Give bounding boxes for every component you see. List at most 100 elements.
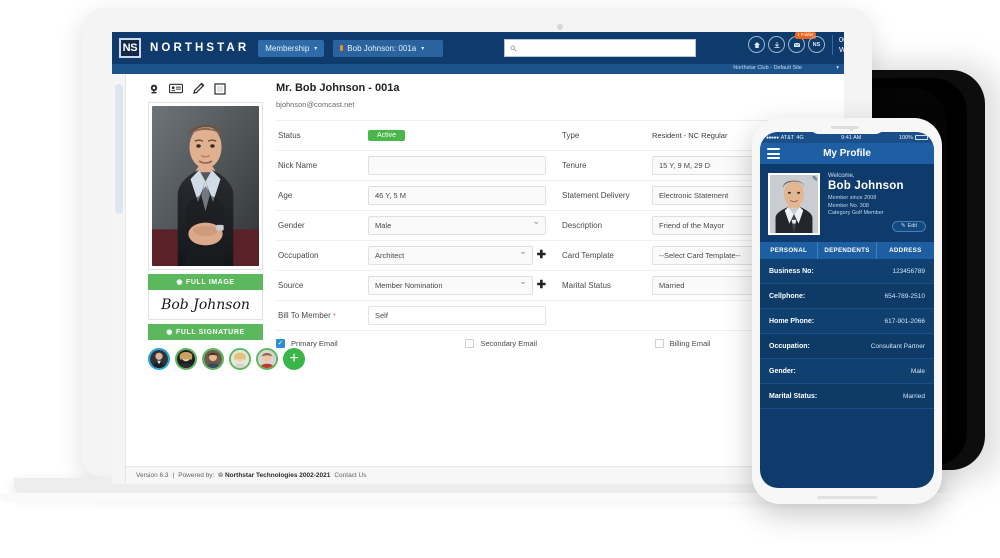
footer-contact-link[interactable]: Contact Us bbox=[334, 472, 366, 479]
nickname-input[interactable] bbox=[368, 156, 546, 175]
bill-to-member-input[interactable]: Self bbox=[368, 306, 546, 325]
signature-pen-icon[interactable] bbox=[192, 82, 205, 95]
member-category: Category Golf Member bbox=[828, 210, 884, 216]
scroll-thumb[interactable] bbox=[115, 84, 123, 214]
phone-tab-personal[interactable]: PERSONAL bbox=[760, 242, 819, 259]
checkbox-primary-email[interactable]: ✓ Primary Email bbox=[276, 339, 465, 348]
app-footer: Version 6.3 | Powered by: © Northstar Te… bbox=[126, 466, 844, 484]
member-since: Member since 2008 bbox=[828, 195, 877, 201]
list-item[interactable]: Business No: 123456789 bbox=[760, 259, 934, 284]
phone-tabs: PERSONAL DEPENDENTS ADDRESS bbox=[760, 242, 934, 259]
field-label: Description bbox=[562, 221, 603, 230]
form-field-nickname: Nick Name bbox=[276, 156, 560, 175]
list-item[interactable]: Marital Status: Married bbox=[760, 384, 934, 409]
download-icon[interactable] bbox=[768, 36, 785, 53]
message-icon[interactable]: 1 Folder bbox=[788, 32, 816, 53]
phone-tab-address[interactable]: ADDRESS bbox=[877, 242, 934, 259]
phone-carrier: ●●●●● AT&T 4G bbox=[766, 135, 804, 141]
checkbox-icon bbox=[465, 339, 475, 348]
ns-avatar-text: NS bbox=[812, 41, 821, 48]
add-source-icon[interactable]: ✚ bbox=[537, 280, 546, 291]
footer-version: Version 6.3 bbox=[136, 472, 169, 479]
source-select[interactable]: Member Nomination bbox=[368, 276, 533, 295]
gender-select[interactable]: Male bbox=[368, 216, 546, 235]
site-selector[interactable]: Northstar Club - Default Site ▾ bbox=[112, 64, 844, 74]
list-item[interactable]: Cellphone: 654-789-2510 bbox=[760, 284, 934, 309]
member-context-pill[interactable]: Bob Johnson: 001a ▾ bbox=[333, 39, 444, 57]
member-photo-panel: ◉ FULL IMAGE Bob Johnson ◉ FULL SIGNATUR… bbox=[148, 82, 263, 340]
field-label: Type bbox=[562, 131, 580, 140]
row-value: Married bbox=[902, 392, 925, 400]
search-icon bbox=[510, 45, 517, 52]
list-item[interactable]: Home Phone: 617-901-2066 bbox=[760, 309, 934, 334]
phone-edit-button[interactable]: ✎ Edit bbox=[892, 220, 926, 232]
avatar[interactable] bbox=[229, 348, 251, 370]
date-display: 06/30/2021 Wednesday bbox=[832, 35, 844, 55]
avatar[interactable] bbox=[175, 348, 197, 370]
row-key: Occupation: bbox=[769, 342, 810, 350]
home-icon[interactable] bbox=[748, 36, 765, 53]
row-key: Cellphone: bbox=[769, 292, 806, 300]
edit-button-label: Edit bbox=[907, 223, 918, 229]
pencil-edit-icon[interactable]: ✎ bbox=[812, 175, 818, 183]
footer-company: © Northstar Technologies 2002-2021 bbox=[218, 472, 331, 479]
ns-avatar-icon[interactable]: NS bbox=[808, 36, 825, 53]
add-occupation-icon[interactable]: ✚ bbox=[537, 250, 546, 261]
phone-app-title: My Profile bbox=[823, 148, 871, 159]
global-search[interactable] bbox=[504, 39, 696, 57]
phone-headshot bbox=[770, 175, 818, 233]
screenshot-stage: NS NORTHSTAR Membership ▾ Bob Johnson: 0… bbox=[0, 0, 1000, 558]
phone-time: 9:41 AM bbox=[841, 134, 862, 141]
footer-separator: | bbox=[172, 472, 175, 479]
member-pill-label: Bob Johnson: 001a bbox=[347, 43, 417, 53]
status-badge: Active bbox=[368, 130, 406, 141]
avatar[interactable] bbox=[202, 348, 224, 370]
full-signature-button[interactable]: ◉ FULL SIGNATURE bbox=[148, 324, 263, 340]
form-field-status: Status Active bbox=[276, 130, 560, 141]
network-type: 4G bbox=[796, 134, 804, 141]
age-input[interactable]: 46 Y, 5 M bbox=[368, 186, 546, 205]
member-status-dot-icon bbox=[340, 45, 344, 51]
phone-tab-label: DEPENDENTS bbox=[824, 247, 870, 254]
full-image-button[interactable]: ◉ FULL IMAGE bbox=[148, 274, 263, 290]
brand-name: NORTHSTAR bbox=[150, 42, 250, 54]
field-label: Statement Delivery bbox=[562, 191, 630, 200]
list-item[interactable]: Gender: Male bbox=[760, 359, 934, 384]
chevron-down-icon: ▾ bbox=[314, 45, 318, 52]
member-detail-content: ◉ FULL IMAGE Bob Johnson ◉ FULL SIGNATUR… bbox=[126, 74, 844, 484]
list-item[interactable]: Occupation: Consultant Partner bbox=[760, 334, 934, 359]
northstar-logo[interactable]: NS bbox=[119, 38, 141, 58]
row-key: Gender: bbox=[769, 367, 796, 375]
hamburger-menu-icon[interactable] bbox=[767, 148, 780, 162]
field-value: Resident - NC Regular bbox=[652, 131, 728, 140]
battery-icon bbox=[915, 135, 928, 140]
membership-menu[interactable]: Membership ▾ bbox=[258, 39, 325, 57]
checkbox-label: Billing Email bbox=[669, 339, 711, 348]
frame-icon[interactable] bbox=[214, 82, 226, 95]
occupation-select[interactable]: Architect bbox=[368, 246, 533, 265]
field-label: Gender bbox=[278, 221, 305, 230]
signature-text: Bob Johnson bbox=[161, 296, 250, 313]
topbar-icon-group: 1 Folder NS bbox=[748, 32, 825, 53]
laptop-screen: NS NORTHSTAR Membership ▾ Bob Johnson: 0… bbox=[112, 32, 844, 484]
form-field-source: Source Member Nomination ✚ bbox=[276, 276, 560, 295]
search-input[interactable] bbox=[520, 43, 680, 53]
avatar[interactable] bbox=[256, 348, 278, 370]
form-field-occupation: Occupation Architect ✚ bbox=[276, 246, 560, 265]
field-label: Marital Status bbox=[562, 281, 611, 290]
id-card-icon[interactable] bbox=[169, 83, 183, 94]
full-signature-label: FULL SIGNATURE bbox=[175, 328, 245, 336]
phone-tab-label: PERSONAL bbox=[770, 247, 808, 254]
phone-member-name: Bob Johnson bbox=[828, 180, 904, 192]
phone-screen: ●●●●● AT&T 4G 9:41 AM 100% My Profile ✎ … bbox=[760, 132, 934, 488]
avatar[interactable] bbox=[148, 348, 170, 370]
content-scroll-rail[interactable] bbox=[112, 74, 126, 484]
checkbox-icon bbox=[654, 339, 664, 348]
row-key: Business No: bbox=[769, 267, 814, 275]
phone-tab-dependents[interactable]: DEPENDENTS bbox=[818, 242, 877, 259]
checkbox-secondary-email[interactable]: Secondary Email bbox=[465, 339, 654, 348]
phone-member-photo[interactable]: ✎ bbox=[768, 173, 820, 235]
webcam-icon[interactable] bbox=[148, 83, 160, 95]
photo-action-icons bbox=[148, 82, 263, 95]
row-value: Male bbox=[910, 367, 925, 375]
